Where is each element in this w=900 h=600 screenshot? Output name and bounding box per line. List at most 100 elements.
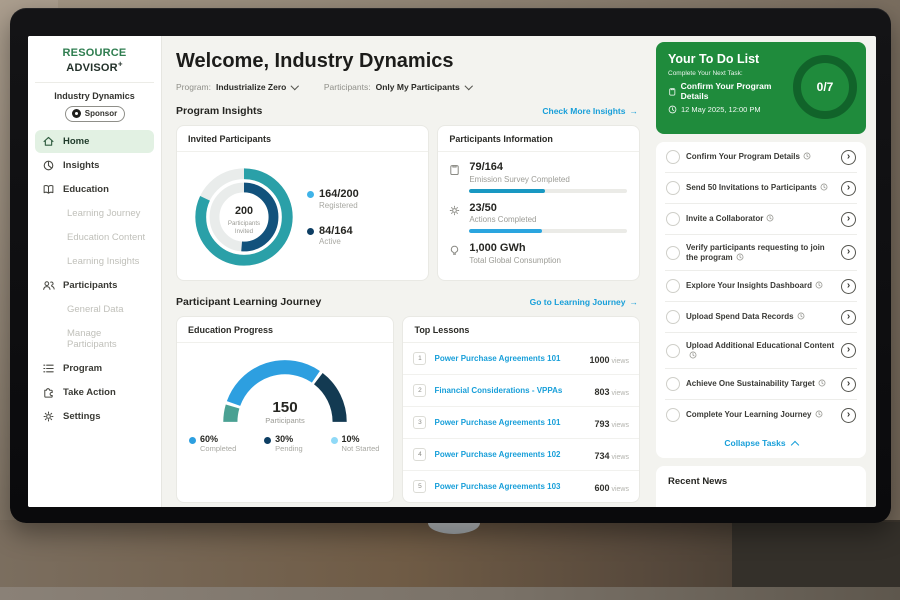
todo-next-task: Confirm Your Program Details xyxy=(668,81,796,101)
lesson-link[interactable]: Financial Considerations - VPPAs xyxy=(434,386,594,395)
task-open-button[interactable]: › xyxy=(841,279,856,294)
todo-item: Confirm Your Program Details › xyxy=(665,142,857,173)
check-more-insights-link[interactable]: Check More Insights → xyxy=(542,106,638,116)
filter-bar: Program: Industrialize Zero Participants… xyxy=(176,82,640,92)
sidebar-item-learning-journey[interactable]: Learning Journey xyxy=(35,202,154,225)
task-open-button[interactable]: › xyxy=(841,245,856,260)
todo-item: Upload Spend Data Records › xyxy=(665,302,857,333)
lesson-rank: 5 xyxy=(413,480,426,493)
lesson-rank: 1 xyxy=(413,352,426,365)
go-to-learning-journey-link[interactable]: Go to Learning Journey → xyxy=(530,297,638,307)
education-progress-title: Education Progress xyxy=(177,317,393,343)
gauge-center-label: Participants xyxy=(265,416,305,425)
task-checkbox[interactable] xyxy=(666,279,680,293)
brand-secondary: ADVISOR+ xyxy=(66,62,122,74)
task-open-button[interactable]: › xyxy=(841,150,856,165)
emission-survey-row: 79/164 Emission Survey Completed xyxy=(438,152,639,193)
task-open-button[interactable]: › xyxy=(841,408,856,423)
sidebar-item-general-data[interactable]: General Data xyxy=(35,298,154,321)
lesson-rank: 2 xyxy=(413,384,426,397)
legend-item-active: 84/164 Active xyxy=(307,225,359,246)
todo-item: Achieve One Sustainability Target › xyxy=(665,369,857,400)
donut-center-value: 200 xyxy=(235,205,253,217)
task-checkbox[interactable] xyxy=(666,246,680,260)
task-open-button[interactable]: › xyxy=(841,377,856,392)
brand-logo: RESOURCE ADVISOR+ xyxy=(35,45,154,83)
clock-icon xyxy=(803,152,811,160)
emission-survey-progress xyxy=(469,189,627,193)
lesson-row: 4 Power Purchase Agreements 102 734views xyxy=(403,439,639,471)
sidebar: RESOURCE ADVISOR+ Industry Dynamics Spon… xyxy=(28,36,162,507)
todo-due: 12 May 2025, 12:00 PM xyxy=(668,105,796,114)
learning-journey-title: Participant Learning Journey xyxy=(176,296,321,308)
todo-item: Send 50 Invitations to Participants › xyxy=(665,173,857,204)
lesson-link[interactable]: Power Purchase Agreements 101 xyxy=(434,418,594,427)
registered-dot xyxy=(307,191,314,198)
program-insights-title: Program Insights xyxy=(176,105,262,117)
lesson-rank: 4 xyxy=(413,448,426,461)
task-checkbox[interactable] xyxy=(666,408,680,422)
sidebar-item-take-action[interactable]: Take Action xyxy=(35,381,154,404)
pending-dot xyxy=(264,437,271,444)
task-open-button[interactable]: › xyxy=(841,343,856,358)
lesson-row: 1 Power Purchase Agreements 101 1000view… xyxy=(403,343,639,375)
todo-panel-header: Your To Do List Complete Your Next Task:… xyxy=(656,42,866,134)
clock-icon xyxy=(766,214,774,222)
todo-list: Confirm Your Program Details › Send 50 I… xyxy=(656,142,866,458)
task-checkbox[interactable] xyxy=(666,344,680,358)
program-filter[interactable]: Program: Industrialize Zero xyxy=(176,82,298,92)
active-dot xyxy=(307,228,314,235)
sidebar-item-education-content[interactable]: Education Content xyxy=(35,226,154,249)
donut-center-label: Participants xyxy=(228,220,260,227)
clock-icon xyxy=(818,379,826,387)
sidebar-item-manage-participants[interactable]: Manage Participants xyxy=(35,322,154,356)
collapse-tasks-link[interactable]: Collapse Tasks xyxy=(665,430,857,457)
sidebar-item-home[interactable]: Home xyxy=(35,130,154,153)
sidebar-item-program[interactable]: Program xyxy=(35,357,154,380)
task-checkbox[interactable] xyxy=(666,377,680,391)
participants-icon xyxy=(42,279,55,292)
participants-information-card: Participants Information 79/164 Emission… xyxy=(437,125,640,281)
task-checkbox[interactable] xyxy=(666,310,680,324)
lesson-link[interactable]: Power Purchase Agreements 103 xyxy=(434,482,594,491)
lesson-link[interactable]: Power Purchase Agreements 101 xyxy=(434,354,589,363)
task-checkbox[interactable] xyxy=(666,150,680,164)
task-open-button[interactable]: › xyxy=(841,181,856,196)
sidebar-item-insights[interactable]: Insights xyxy=(35,154,154,177)
sidebar-item-learning-insights[interactable]: Learning Insights xyxy=(35,250,154,273)
recent-news-title: Recent News xyxy=(668,476,854,487)
invited-participants-donut-chart: 200 Participants Invited xyxy=(185,158,303,276)
program-insights-header: Program Insights Check More Insights → xyxy=(176,105,638,117)
task-checkbox[interactable] xyxy=(666,212,680,226)
todo-item: Verify participants requesting to join t… xyxy=(665,235,857,271)
education-progress-card: Education Progress 150 Participants xyxy=(176,316,394,503)
recent-news-card: Recent News xyxy=(656,466,866,507)
lesson-row: 5 Power Purchase Agreements 103 600views xyxy=(403,471,639,502)
task-checkbox[interactable] xyxy=(666,181,680,195)
sidebar-item-participants[interactable]: Participants xyxy=(35,274,154,297)
sidebar-item-education[interactable]: Education xyxy=(35,178,154,201)
participants-filter[interactable]: Participants: Only My Participants xyxy=(324,82,471,92)
todo-item: Upload Additional Educational Content › xyxy=(665,333,857,369)
main-content: Welcome, Industry Dynamics Program: Indu… xyxy=(162,36,650,507)
clock-icon xyxy=(815,410,823,418)
todo-item: Explore Your Insights Dashboard › xyxy=(665,271,857,302)
not-started-dot xyxy=(331,437,338,444)
legend-item-not-started: 10% Not Started xyxy=(331,434,380,453)
chevron-up-icon xyxy=(790,440,798,448)
clock-icon xyxy=(689,351,697,359)
lesson-rank: 3 xyxy=(413,416,426,429)
sidebar-item-settings[interactable]: Settings xyxy=(35,405,154,428)
todo-subtitle: Complete Your Next Task: xyxy=(668,70,796,77)
task-open-button[interactable]: › xyxy=(841,310,856,325)
lesson-link[interactable]: Power Purchase Agreements 102 xyxy=(434,450,594,459)
dashboard-screen: RESOURCE ADVISOR+ Industry Dynamics Spon… xyxy=(28,36,876,507)
survey-icon xyxy=(448,161,461,193)
program-filter-label: Program: xyxy=(176,82,211,92)
participants-filter-value: Only My Participants xyxy=(376,82,460,92)
global-consumption-row: 1,000 GWh Total Global Consumption xyxy=(438,233,639,265)
education-icon xyxy=(42,183,55,196)
chevron-down-icon xyxy=(291,82,299,90)
task-open-button[interactable]: › xyxy=(841,212,856,227)
gauge-legend: 60% Completed 30% Pending xyxy=(177,432,393,461)
